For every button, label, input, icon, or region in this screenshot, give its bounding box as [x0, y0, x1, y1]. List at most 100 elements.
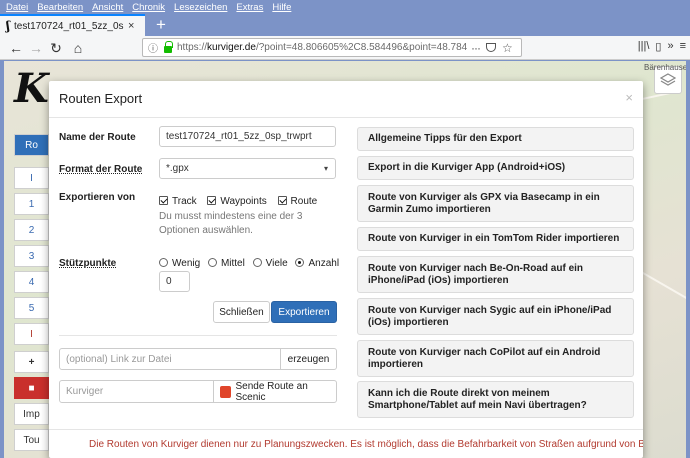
tip-sygic[interactable]: Route von Kurviger nach Sygic auf ein iP… — [357, 298, 634, 335]
format-label: Format der Route — [59, 164, 143, 175]
tip-general[interactable]: Allgemeine Tipps für den Export — [357, 127, 634, 151]
sidebar-item-2[interactable]: 2 — [14, 219, 49, 241]
overflow-chevron-icon[interactable]: » — [667, 40, 673, 53]
hamburger-menu-icon[interactable]: ≡ — [680, 40, 686, 53]
menu-bar: Datei Bearbeiten Ansicht Chronik Lesezei… — [0, 0, 690, 14]
generate-link-button[interactable]: erzeugen — [280, 348, 337, 370]
waypoints-label: Waypoints — [220, 196, 267, 207]
lock-icon[interactable] — [164, 41, 173, 53]
radio-icon — [159, 258, 168, 267]
track-checkbox[interactable]: Track — [159, 196, 197, 207]
radio-mittel[interactable]: Mittel — [207, 258, 245, 269]
dialog-header-divider — [49, 117, 643, 118]
sidebar-toggle-icon[interactable]: ▯ — [655, 40, 661, 53]
sidebar-item-4[interactable]: 4 — [14, 271, 49, 293]
page-actions-icon[interactable]: ··· — [471, 41, 481, 55]
tour-button[interactable]: Tou — [14, 429, 49, 451]
forward-arrow-icon[interactable]: → — [26, 39, 46, 57]
new-tab-button[interactable]: + — [150, 14, 172, 36]
route-name-input[interactable]: test170724_rt01_5zz_0sp_trwprt — [159, 126, 336, 147]
stuetzpunkte-count-input[interactable]: 0 — [159, 271, 190, 292]
scenic-button-label: Sende Route an Scenic — [235, 380, 308, 403]
menu-datei[interactable]: Datei — [6, 2, 28, 13]
sidebar-item-5[interactable]: 5 — [14, 297, 49, 319]
navigation-bar: ← → ↻ ⌂ ⓘ https://kurviger.de/?point=48.… — [0, 36, 690, 60]
home-icon[interactable]: ⌂ — [68, 39, 88, 57]
menu-ansicht[interactable]: Ansicht — [92, 2, 123, 13]
menu-chronik[interactable]: Chronik — [132, 2, 165, 13]
chevron-down-icon: ▾ — [323, 164, 328, 173]
menu-lesezeichen[interactable]: Lesezeichen — [174, 2, 227, 13]
sidebar-item-end[interactable]: I — [14, 323, 49, 345]
checkbox-checked-icon — [277, 196, 287, 205]
waypoints-checkbox[interactable]: Waypoints — [207, 196, 267, 207]
tip-direct-transfer[interactable]: Kann ich die Route direkt von meinem Sma… — [357, 381, 634, 418]
scenic-logo-icon — [220, 385, 232, 398]
tab-close-icon[interactable]: × — [128, 20, 134, 32]
export-button[interactable]: Exportieren — [271, 301, 337, 323]
sidebar-item-1[interactable]: 1 — [14, 193, 49, 215]
radio-viele[interactable]: Viele — [252, 258, 288, 269]
route-label: Route — [290, 196, 318, 207]
footer-divider — [49, 429, 643, 430]
bookmark-star-icon[interactable]: ☆ — [502, 41, 513, 55]
mittel-label: Mittel — [220, 258, 245, 269]
reload-icon[interactable]: ↻ — [46, 39, 66, 57]
format-selected-value: *.gpx — [166, 163, 189, 174]
delete-route-button[interactable]: ■ — [14, 377, 49, 399]
tip-kurviger-app[interactable]: Export in die Kurviger App (Android+iOS) — [357, 156, 634, 180]
trash-icon: ■ — [28, 382, 35, 394]
export-options: Track Waypoints Route — [159, 196, 317, 207]
close-button[interactable]: Schließen — [213, 301, 270, 323]
url-path: /?point=48.806605%2C8.584496&point=48.78… — [255, 42, 467, 53]
wenig-label: Wenig — [172, 258, 201, 269]
tab-active[interactable]: ʃ test170724_rt01_5zz_0sp_trwprt × — [0, 14, 145, 36]
radio-anzahl[interactable]: Anzahl — [295, 258, 339, 269]
sidebar-item-3[interactable]: 3 — [14, 245, 49, 267]
menu-hilfe[interactable]: Hilfe — [272, 2, 291, 13]
route-checkbox[interactable]: Route — [277, 196, 318, 207]
export-dialog: Routen Export × Name der Route test17072… — [49, 81, 643, 458]
info-icon[interactable]: ⓘ — [148, 40, 158, 55]
tab-strip: ʃ test170724_rt01_5zz_0sp_trwprt × + — [0, 14, 690, 36]
page-content: Ku Bärenhausen Ro I 1 2 3 4 5 I + ■ Imp … — [4, 61, 686, 458]
url-text[interactable]: https://kurviger.de/?point=48.806605%2C8… — [177, 42, 467, 53]
checkbox-checked-icon — [207, 196, 217, 205]
route-name-label: Name der Route — [59, 132, 136, 143]
link-input[interactable]: (optional) Link zur Datei — [59, 348, 281, 370]
divider — [59, 335, 337, 336]
toolbar-right: |||\ ▯ » ≡ — [638, 40, 686, 53]
back-arrow-icon[interactable]: ← — [6, 39, 26, 57]
anzahl-label: Anzahl — [308, 258, 340, 269]
send-to-scenic-button[interactable]: Sende Route an Scenic — [213, 380, 337, 403]
route-button[interactable]: Ro — [14, 134, 49, 156]
url-host: kurviger.de — [207, 42, 256, 53]
format-select[interactable]: *.gpx ▾ — [159, 158, 336, 179]
export-from-label: Exportieren von — [59, 192, 136, 203]
tip-copilot[interactable]: Route von Kurviger nach CoPilot auf ein … — [357, 340, 634, 377]
checkbox-checked-icon — [159, 196, 168, 205]
radio-icon — [207, 258, 217, 267]
kurviger-favicon-icon: ʃ — [6, 19, 10, 33]
dialog-close-icon[interactable]: × — [625, 90, 633, 105]
tip-garmin-zumo[interactable]: Route von Kurviger als GPX via Basecamp … — [357, 185, 634, 222]
pocket-icon[interactable] — [486, 43, 496, 52]
radio-wenig[interactable]: Wenig — [159, 258, 200, 269]
radio-icon — [252, 258, 262, 267]
track-label: Track — [172, 196, 197, 207]
export-hint: Du musst mindestens eine der 3 Optionen … — [159, 211, 303, 236]
dialog-title: Routen Export — [59, 91, 143, 106]
tip-be-on-road[interactable]: Route von Kurviger nach Be-On-Road auf e… — [357, 256, 634, 293]
url-bar[interactable]: ⓘ https://kurviger.de/?point=48.806605%2… — [142, 38, 522, 57]
library-icon[interactable]: |||\ — [638, 40, 650, 53]
viele-label: Viele — [265, 258, 288, 269]
menu-bearbeiten[interactable]: Bearbeiten — [37, 2, 83, 13]
sidebar-item-start[interactable]: I — [14, 167, 49, 189]
import-button[interactable]: Imp — [14, 403, 49, 425]
tab-title: test170724_rt01_5zz_0sp_trwprt — [13, 20, 124, 32]
menu-extras[interactable]: Extras — [236, 2, 263, 13]
tip-tomtom-rider[interactable]: Route von Kurviger in ein TomTom Rider i… — [357, 227, 634, 251]
add-waypoint-button[interactable]: + — [14, 351, 49, 373]
scenic-input[interactable]: Kurviger — [59, 380, 214, 403]
map-place-label: Bärenhausen — [644, 63, 686, 72]
